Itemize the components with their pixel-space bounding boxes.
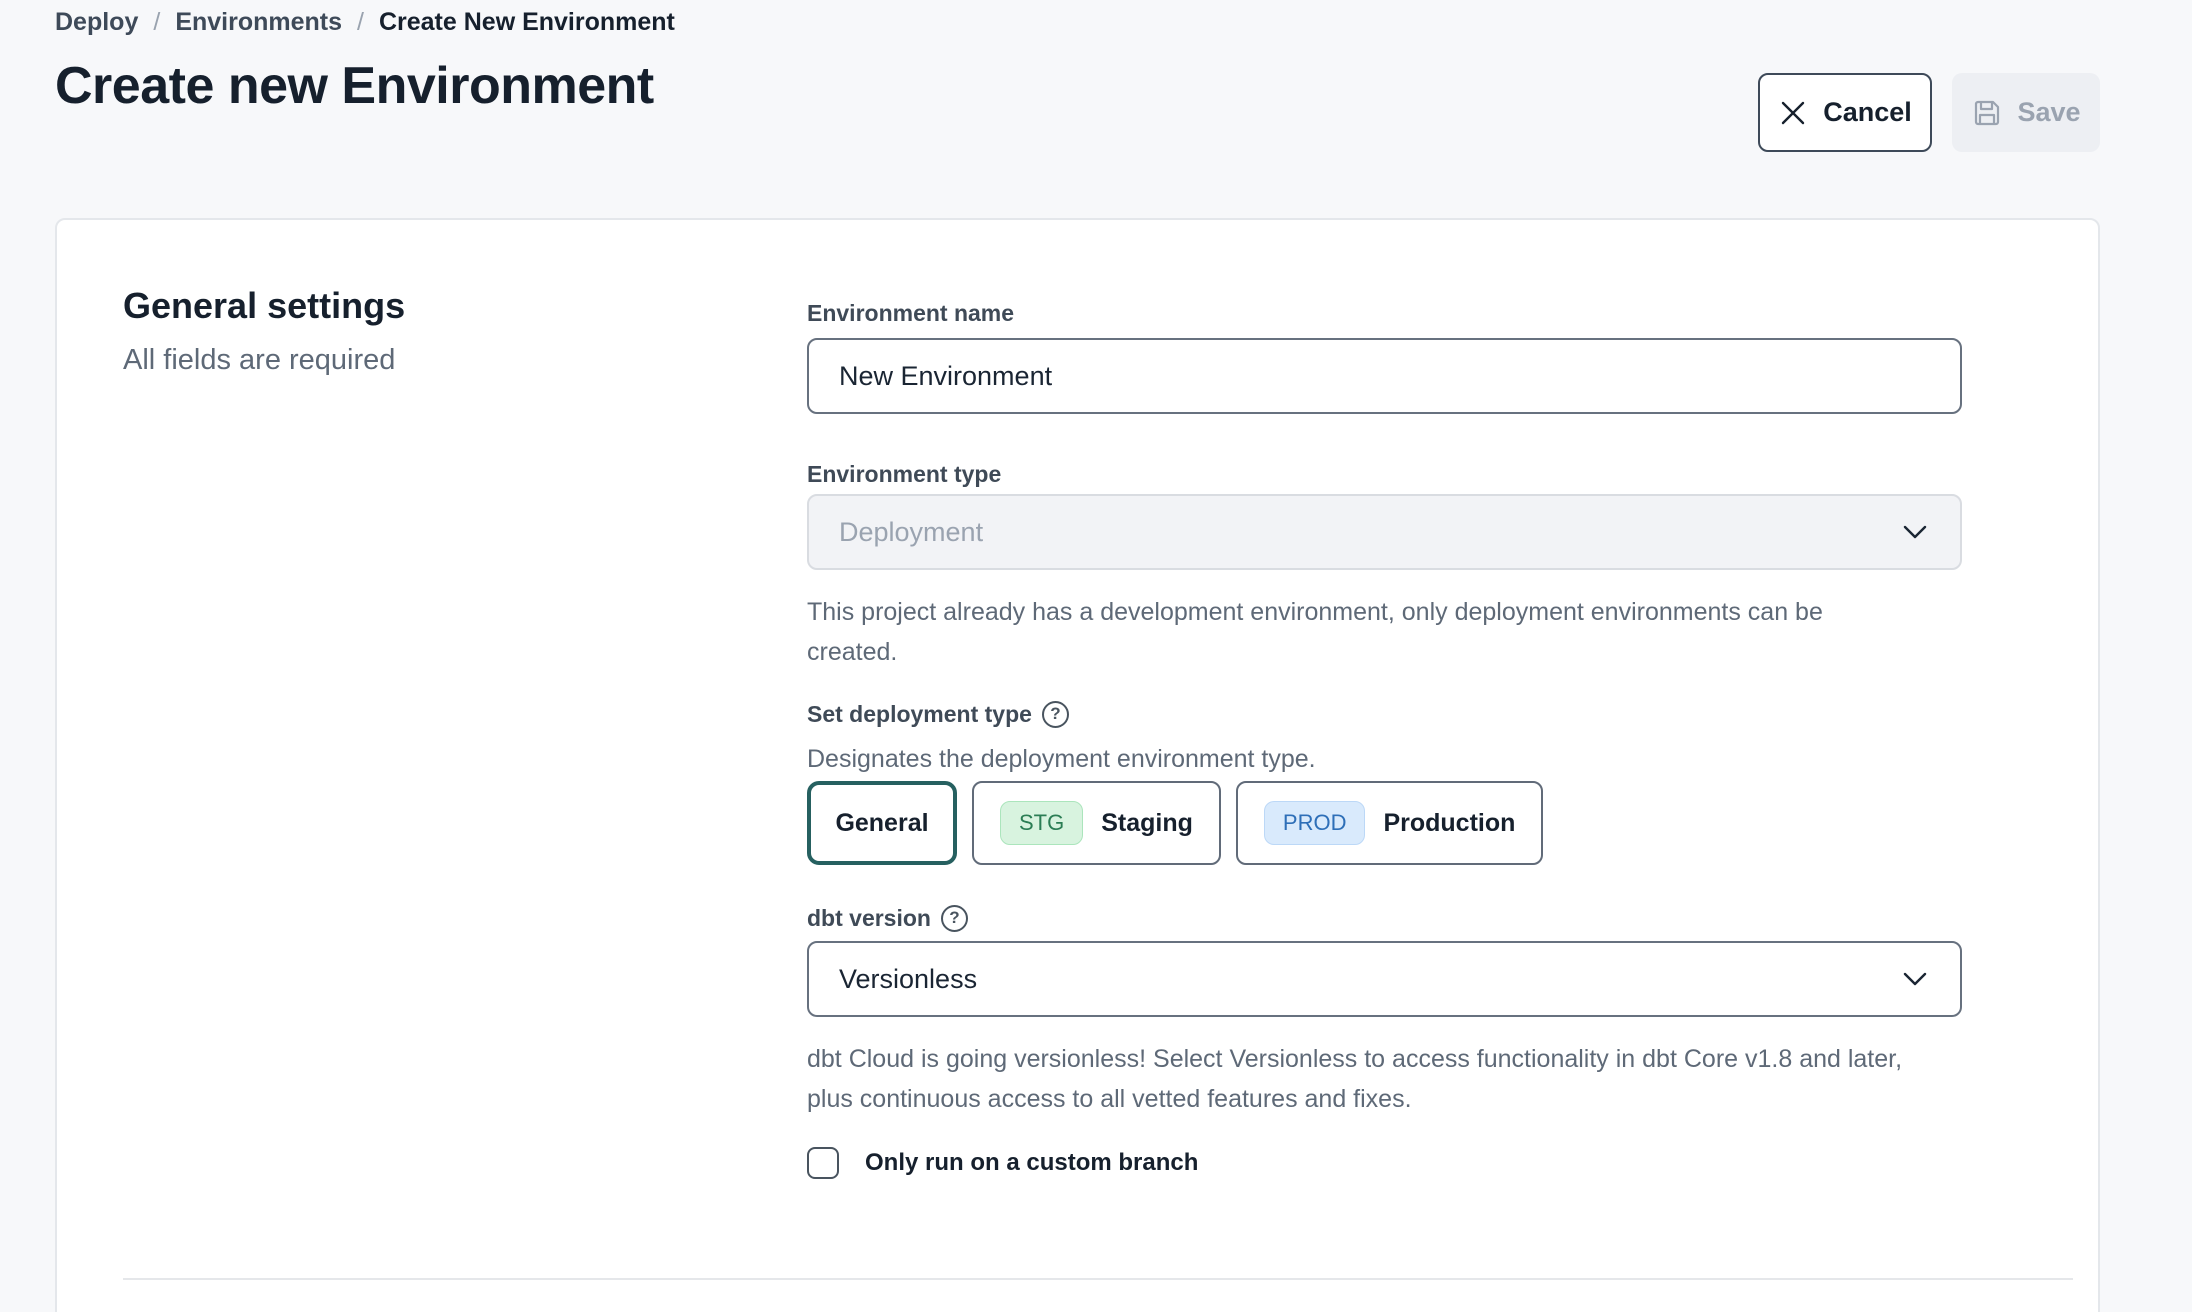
environment-name-input[interactable] bbox=[807, 338, 1962, 414]
production-badge: PROD bbox=[1264, 801, 1366, 845]
deployment-type-options: General STG Staging PROD Production bbox=[807, 781, 1962, 865]
close-icon bbox=[1778, 98, 1808, 128]
help-line: This project already has a development e… bbox=[807, 592, 1962, 632]
chevron-down-icon bbox=[1902, 524, 1928, 540]
section-subtitle: All fields are required bbox=[123, 342, 405, 378]
help-line: plus continuous access to all vetted fea… bbox=[807, 1079, 1962, 1119]
deployment-type-description: Designates the deployment environment ty… bbox=[807, 739, 1962, 779]
environment-name-label: Environment name bbox=[807, 298, 1962, 328]
cancel-button[interactable]: Cancel bbox=[1758, 73, 1932, 152]
dbt-version-help: dbt Cloud is going versionless! Select V… bbox=[807, 1039, 1962, 1119]
page-title: Create new Environment bbox=[55, 56, 654, 116]
deployment-type-staging[interactable]: STG Staging bbox=[972, 781, 1221, 865]
custom-branch-row: Only run on a custom branch bbox=[807, 1147, 1962, 1179]
deployment-type-staging-label: Staging bbox=[1101, 809, 1193, 838]
help-icon[interactable]: ? bbox=[941, 905, 968, 932]
save-button[interactable]: Save bbox=[1952, 73, 2100, 152]
breadcrumb-environments[interactable]: Environments bbox=[175, 8, 342, 37]
breadcrumb: Deploy / Environments / Create New Envir… bbox=[55, 8, 675, 37]
deployment-type-general-label: General bbox=[835, 809, 928, 838]
custom-branch-checkbox[interactable] bbox=[807, 1147, 839, 1179]
environment-type-select: Deployment bbox=[807, 494, 1962, 570]
deployment-type-label: Set deployment type ? bbox=[807, 699, 1962, 729]
dbt-version-label: dbt version ? bbox=[807, 903, 1962, 933]
custom-branch-label[interactable]: Only run on a custom branch bbox=[865, 1149, 1198, 1177]
staging-badge: STG bbox=[1000, 801, 1083, 845]
deployment-type-label-text: Set deployment type bbox=[807, 699, 1032, 729]
dbt-version-select[interactable]: Versionless bbox=[807, 941, 1962, 1017]
section-head: General settings All fields are required bbox=[123, 286, 405, 378]
environment-type-value: Deployment bbox=[839, 517, 983, 548]
breadcrumb-deploy[interactable]: Deploy bbox=[55, 8, 138, 37]
section-title: General settings bbox=[123, 286, 405, 326]
section-divider bbox=[123, 1278, 2073, 1280]
chevron-down-icon bbox=[1902, 971, 1928, 987]
deployment-type-production[interactable]: PROD Production bbox=[1236, 781, 1544, 865]
dbt-version-label-text: dbt version bbox=[807, 903, 931, 933]
help-icon[interactable]: ? bbox=[1042, 701, 1069, 728]
deployment-type-production-label: Production bbox=[1383, 809, 1515, 838]
environment-form: Environment name Environment type Deploy… bbox=[807, 298, 1962, 1179]
cancel-button-label: Cancel bbox=[1823, 97, 1912, 128]
help-line: dbt Cloud is going versionless! Select V… bbox=[807, 1039, 1962, 1079]
create-environment-page: Deploy / Environments / Create New Envir… bbox=[0, 0, 2192, 1312]
breadcrumb-separator: / bbox=[153, 8, 160, 37]
environment-type-label: Environment type bbox=[807, 459, 1962, 489]
environment-type-help: This project already has a development e… bbox=[807, 592, 1962, 672]
help-line: created. bbox=[807, 632, 1962, 672]
deployment-type-general[interactable]: General bbox=[807, 781, 957, 865]
breadcrumb-current: Create New Environment bbox=[379, 8, 675, 37]
save-icon bbox=[1971, 97, 2003, 129]
save-button-label: Save bbox=[2017, 97, 2080, 128]
breadcrumb-separator: / bbox=[357, 8, 364, 37]
general-settings-card: General settings All fields are required… bbox=[55, 218, 2100, 1312]
dbt-version-value: Versionless bbox=[839, 964, 977, 995]
